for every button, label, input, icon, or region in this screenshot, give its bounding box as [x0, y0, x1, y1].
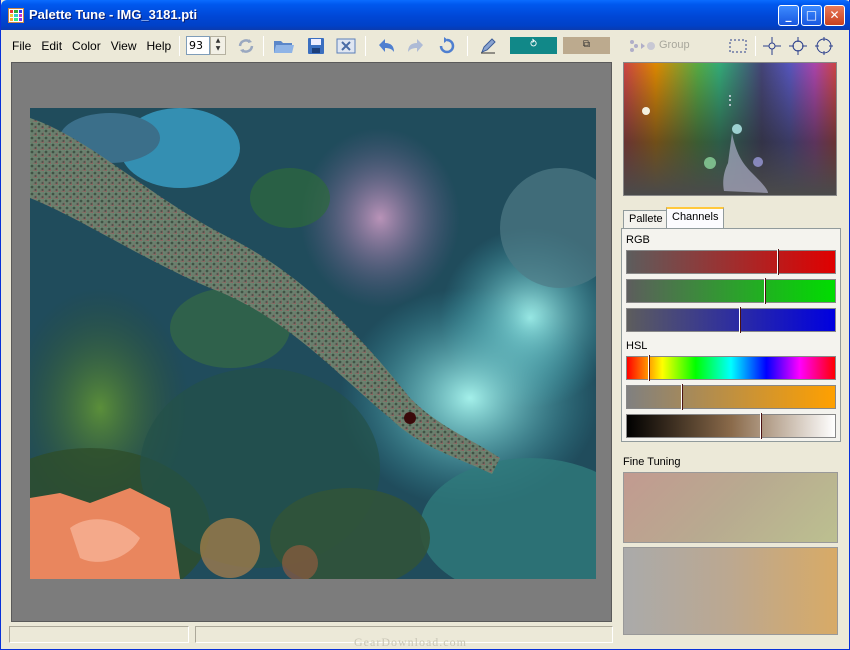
point-large-icon[interactable]: [813, 36, 835, 56]
redo-icon[interactable]: [405, 36, 427, 56]
rotate-swatch-button[interactable]: ⥁: [510, 37, 557, 54]
slider-thumb[interactable]: [647, 355, 650, 381]
rotate-swatch-icon: ⥁: [530, 39, 537, 50]
toolbar-separator: [179, 36, 180, 56]
watermark: GearDownload.com: [354, 635, 467, 649]
toolbar-separator: [467, 36, 468, 56]
menu-help[interactable]: Help: [142, 39, 177, 53]
slider-thumb[interactable]: [764, 278, 767, 304]
window-title: Palette Tune - IMG_3181.pti: [29, 7, 198, 22]
image-canvas[interactable]: [11, 62, 612, 622]
reset-icon[interactable]: [436, 36, 458, 56]
saturation-slider[interactable]: [626, 384, 836, 410]
tab-pallete[interactable]: Pallete: [623, 210, 669, 228]
select-rect-icon[interactable]: [727, 36, 749, 56]
menu-color[interactable]: Color: [67, 39, 106, 53]
pen-icon[interactable]: [477, 36, 499, 56]
point-small-icon[interactable]: [761, 36, 783, 56]
toolbar-separator: [755, 36, 756, 56]
channels-panel: RGB HSL: [621, 228, 841, 442]
point-medium-icon[interactable]: [787, 36, 809, 56]
slider-thumb[interactable]: [681, 384, 684, 410]
refresh-icon[interactable]: [235, 36, 257, 56]
hsl-label: HSL: [626, 340, 648, 352]
menu-view[interactable]: View: [106, 39, 142, 53]
zoom-input[interactable]: 93: [186, 36, 210, 55]
close-file-icon[interactable]: [335, 36, 357, 56]
green-slider[interactable]: [626, 278, 836, 304]
maximize-button[interactable]: □: [801, 5, 822, 26]
photo-moray-eel[interactable]: [30, 108, 596, 579]
group-label[interactable]: Group: [659, 39, 690, 51]
rgb-label: RGB: [626, 234, 650, 246]
copy-swatch-icon: ⧉: [582, 39, 591, 50]
minimize-button[interactable]: _: [778, 5, 799, 26]
panel-tabs: Pallete Channels: [621, 207, 843, 228]
fine-tuning-label: Fine Tuning: [623, 456, 681, 468]
slider-thumb[interactable]: [739, 307, 742, 333]
menu-file[interactable]: File: [7, 39, 36, 53]
toolbar: 93 ▲ ▼ ⥁ ⧉ Group: [179, 33, 849, 59]
fine-tuning-sat-pad[interactable]: [623, 547, 838, 635]
app-icon: [8, 8, 24, 23]
blue-slider[interactable]: [626, 307, 836, 333]
status-panel: [9, 626, 189, 643]
menu-edit[interactable]: Edit: [36, 39, 67, 53]
color-map[interactable]: [623, 62, 837, 196]
lightness-slider[interactable]: [626, 413, 836, 439]
toolbar-separator: [365, 36, 366, 56]
save-icon[interactable]: [305, 36, 327, 56]
slider-thumb[interactable]: [760, 413, 763, 439]
slider-thumb[interactable]: [776, 249, 779, 275]
copy-swatch-button[interactable]: ⧉: [563, 37, 610, 54]
hue-slider[interactable]: [626, 355, 836, 381]
undo-icon[interactable]: [375, 36, 397, 56]
fine-tuning-hue-pad[interactable]: [623, 472, 838, 543]
group-icon[interactable]: [625, 36, 657, 56]
open-folder-icon[interactable]: [273, 36, 295, 56]
red-slider[interactable]: [626, 249, 836, 275]
title-bar[interactable]: Palette Tune - IMG_3181.pti _ □ ✕: [1, 0, 850, 30]
menu-bar: File Edit Color View Help: [7, 34, 176, 58]
status-bar: [9, 626, 613, 644]
zoom-spinner[interactable]: ▲ ▼: [210, 36, 226, 55]
close-button[interactable]: ✕: [824, 5, 845, 26]
tab-channels[interactable]: Channels: [666, 207, 725, 228]
app-window: Palette Tune - IMG_3181.pti _ □ ✕ File E…: [0, 0, 850, 650]
toolbar-separator: [263, 36, 264, 56]
